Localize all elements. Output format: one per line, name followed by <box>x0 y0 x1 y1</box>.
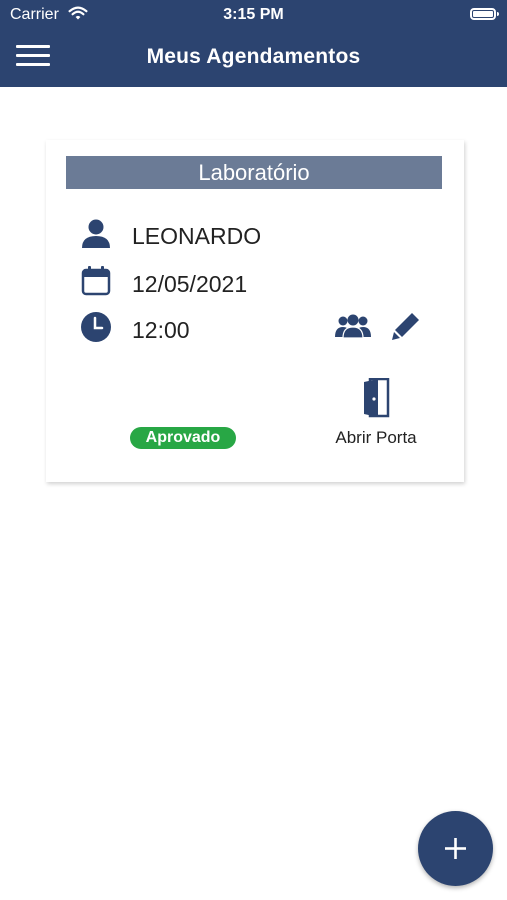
status-bar: Carrier 3:15 PM <box>0 0 507 30</box>
plus-icon <box>445 838 466 859</box>
user-icon <box>82 219 110 248</box>
calendar-icon <box>81 266 111 296</box>
status-time: 3:15 PM <box>223 6 284 23</box>
appointment-name: LEONARDO <box>132 223 262 249</box>
appointment-card[interactable]: Laboratório LEONARDO 12/05/2021 12:00 Ab <box>46 140 464 482</box>
add-appointment-button[interactable] <box>418 811 493 886</box>
appointment-date: 12/05/2021 <box>132 271 248 297</box>
page-title: Meus Agendamentos <box>146 45 361 68</box>
pencil-icon[interactable] <box>390 310 422 342</box>
battery-icon <box>470 8 499 20</box>
status-badge: Aprovado <box>130 427 236 449</box>
door-icon <box>364 378 390 418</box>
clock-icon <box>81 312 111 342</box>
appointment-time: 12:00 <box>132 317 190 343</box>
app-header: Carrier 3:15 PM Meus Agendamentos <box>0 0 507 87</box>
open-door-button[interactable]: Abrir Porta <box>324 378 428 452</box>
open-door-label: Abrir Porta <box>335 428 417 447</box>
group-icon[interactable] <box>335 313 371 339</box>
appointment-location: Laboratório <box>66 156 442 189</box>
